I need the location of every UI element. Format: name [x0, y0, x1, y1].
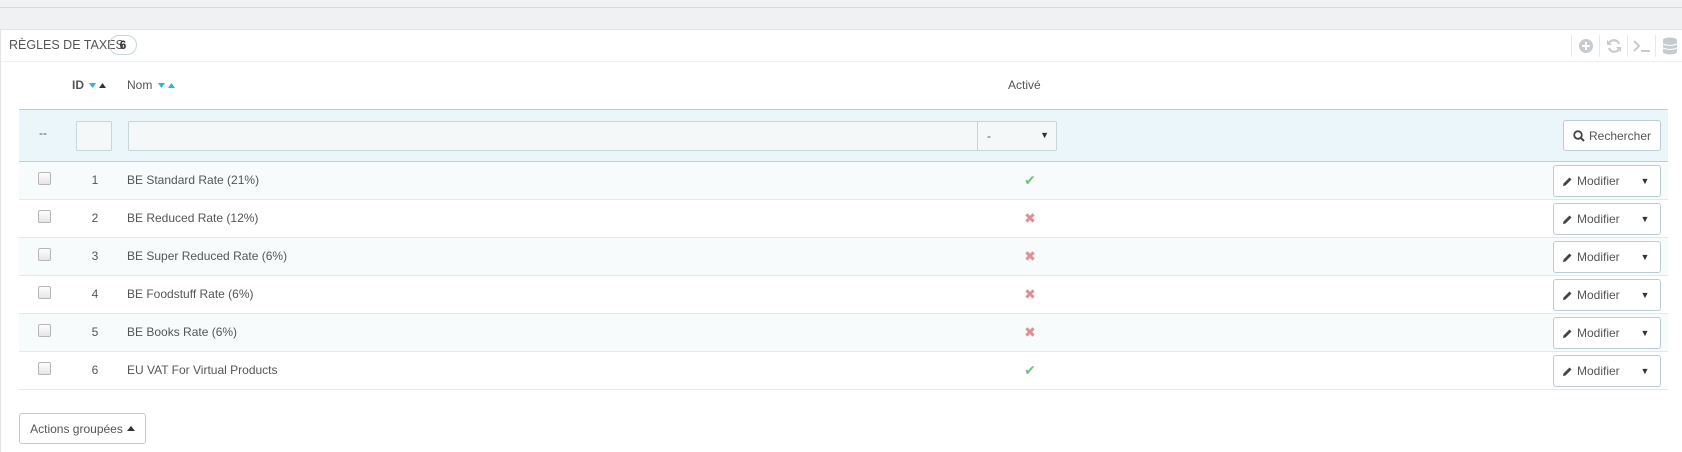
- search-button-label: Rechercher: [1588, 128, 1652, 143]
- edit-button[interactable]: Modifier ▼: [1553, 317, 1661, 349]
- table-row[interactable]: 3 BE Super Reduced Rate (6%) ✖ Modifier ▼: [19, 238, 1668, 276]
- caret-down-icon[interactable]: ▼: [1630, 166, 1660, 196]
- inactive-cross-icon[interactable]: ✖: [1022, 324, 1038, 341]
- caret-down-icon[interactable]: ▼: [1630, 280, 1660, 310]
- edit-button-label: Modifier: [1577, 250, 1620, 264]
- inactive-cross-icon[interactable]: ✖: [1022, 286, 1038, 303]
- filter-active-select[interactable]: - ▼: [977, 121, 1057, 151]
- sql-query-icon[interactable]: [1627, 35, 1655, 57]
- table-row[interactable]: 4 BE Foodstuff Rate (6%) ✖ Modifier ▼: [19, 276, 1668, 314]
- row-id: 4: [91, 287, 99, 301]
- pencil-icon: [1563, 253, 1572, 262]
- row-id: 3: [91, 249, 99, 263]
- caret-down-icon[interactable]: ▼: [1630, 204, 1660, 234]
- row-name: BE Super Reduced Rate (6%): [127, 249, 288, 263]
- sort-icon[interactable]: [89, 82, 107, 90]
- add-icon[interactable]: [1571, 35, 1599, 57]
- sort-icon[interactable]: [157, 82, 176, 90]
- edit-button[interactable]: Modifier ▼: [1553, 241, 1661, 273]
- table-row[interactable]: 1 BE Standard Rate (21%) ✔ Modifier ▼: [19, 162, 1668, 200]
- inactive-cross-icon[interactable]: ✖: [1022, 210, 1038, 227]
- pencil-icon: [1563, 291, 1572, 300]
- row-id: 6: [91, 363, 99, 377]
- column-header-name[interactable]: Nom: [127, 78, 176, 92]
- pencil-icon: [1563, 177, 1572, 186]
- count-badge: 6: [109, 35, 137, 55]
- row-id: 1: [91, 173, 99, 187]
- pencil-icon: [1563, 215, 1572, 224]
- row-checkbox[interactable]: [38, 324, 51, 337]
- pencil-icon: [1563, 367, 1572, 376]
- caret-down-icon[interactable]: ▼: [1630, 318, 1660, 348]
- refresh-icon[interactable]: [1599, 35, 1627, 57]
- edit-button-label: Modifier: [1577, 364, 1620, 378]
- panel-toolbar: [1571, 35, 1682, 57]
- active-check-icon[interactable]: ✔: [1022, 172, 1038, 189]
- edit-button[interactable]: Modifier ▼: [1553, 165, 1661, 197]
- panel-title: Règles de taxes: [9, 38, 124, 52]
- row-checkbox[interactable]: [38, 286, 51, 299]
- pencil-icon: [1563, 329, 1572, 338]
- row-name: BE Foodstuff Rate (6%): [127, 287, 254, 301]
- top-bar: [0, 0, 1682, 8]
- search-icon: [1573, 129, 1585, 142]
- table-row[interactable]: 2 BE Reduced Rate (12%) ✖ Modifier ▼: [19, 200, 1668, 238]
- inactive-cross-icon[interactable]: ✖: [1022, 248, 1038, 265]
- caret-up-icon: [126, 425, 135, 431]
- bulk-actions-label: Actions groupées: [30, 421, 123, 436]
- row-checkbox[interactable]: [38, 172, 51, 185]
- export-database-icon[interactable]: [1655, 35, 1682, 57]
- filter-active-value: -: [987, 129, 991, 143]
- caret-down-icon[interactable]: ▼: [1630, 356, 1660, 386]
- active-check-icon[interactable]: ✔: [1022, 362, 1038, 379]
- column-id-label: ID: [72, 78, 84, 92]
- column-header-id[interactable]: ID: [72, 78, 107, 92]
- edit-button-label: Modifier: [1577, 326, 1620, 340]
- filter-id-input[interactable]: [76, 121, 112, 151]
- row-checkbox[interactable]: [38, 210, 51, 223]
- row-id: 5: [91, 325, 99, 339]
- column-header-active: Activé: [1008, 78, 1041, 92]
- edit-button-label: Modifier: [1577, 288, 1620, 302]
- edit-button[interactable]: Modifier ▼: [1553, 203, 1661, 235]
- search-button[interactable]: Rechercher: [1563, 120, 1661, 151]
- edit-button-label: Modifier: [1577, 174, 1620, 188]
- row-name: EU VAT For Virtual Products: [127, 363, 278, 377]
- table-row[interactable]: 5 BE Books Rate (6%) ✖ Modifier ▼: [19, 314, 1668, 352]
- column-name-label: Nom: [127, 78, 153, 92]
- filter-bulk-placeholder: --: [39, 126, 47, 140]
- table-header: ID Nom Activé: [19, 78, 1668, 102]
- row-name: BE Standard Rate (21%): [127, 173, 260, 187]
- row-checkbox[interactable]: [38, 248, 51, 261]
- table-row[interactable]: 6 EU VAT For Virtual Products ✔ Modifier ▼: [19, 352, 1668, 390]
- filter-row: -- - ▼ Rechercher: [19, 109, 1668, 162]
- select-caret-icon: ▼: [1040, 130, 1049, 140]
- edit-button[interactable]: Modifier ▼: [1553, 355, 1661, 387]
- row-name: BE Books Rate (6%): [127, 325, 238, 339]
- caret-down-icon[interactable]: ▼: [1630, 242, 1660, 272]
- row-checkbox[interactable]: [38, 362, 51, 375]
- row-id: 2: [91, 211, 99, 225]
- filter-name-input[interactable]: [128, 121, 980, 151]
- bulk-actions-button[interactable]: Actions groupées: [19, 413, 146, 444]
- panel-heading: Règles de taxes 6: [1, 30, 1682, 62]
- edit-button[interactable]: Modifier ▼: [1553, 279, 1661, 311]
- row-name: BE Reduced Rate (12%): [127, 211, 259, 225]
- edit-button-label: Modifier: [1577, 212, 1620, 226]
